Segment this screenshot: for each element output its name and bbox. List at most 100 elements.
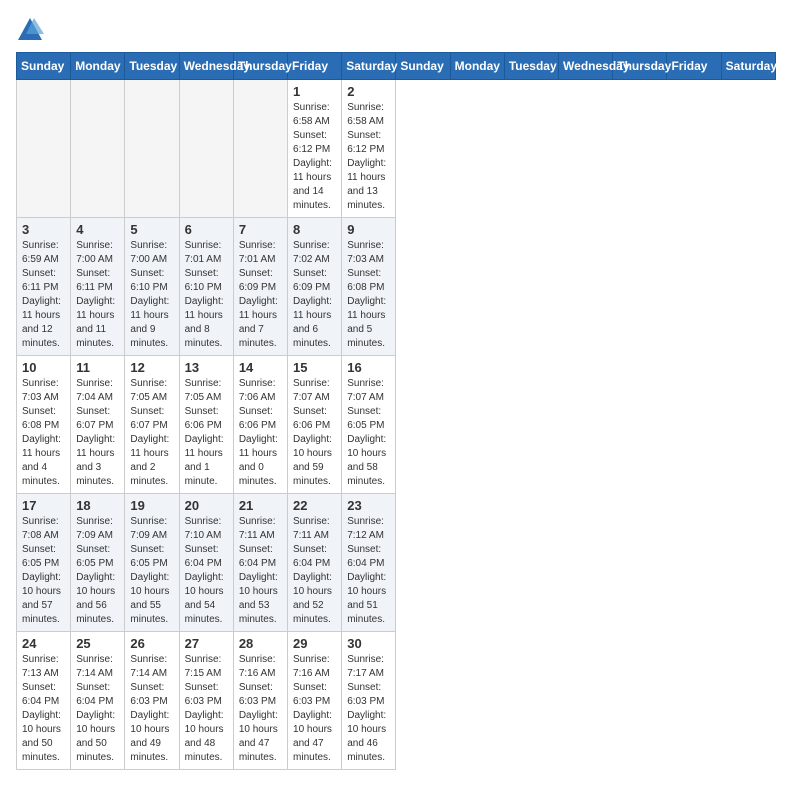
day-info: Sunrise: 7:03 AM Sunset: 6:08 PM Dayligh… (347, 239, 390, 351)
day-number: 29 (293, 636, 336, 651)
day-number: 26 (130, 636, 173, 651)
calendar-header-row: SundayMondayTuesdayWednesdayThursdayFrid… (17, 53, 776, 80)
day-number: 25 (76, 636, 119, 651)
day-of-week-header: Tuesday (125, 53, 179, 80)
day-of-week-header: Saturday (721, 53, 775, 80)
calendar-day-cell: 29 Sunrise: 7:16 AM Sunset: 6:03 PM Dayli… (288, 632, 342, 770)
day-number: 1 (293, 84, 336, 99)
day-number: 13 (185, 360, 228, 375)
day-number: 22 (293, 498, 336, 513)
day-number: 30 (347, 636, 390, 651)
day-of-week-header: Thursday (233, 53, 287, 80)
day-info: Sunrise: 6:58 AM Sunset: 6:12 PM Dayligh… (347, 101, 390, 213)
calendar-day-cell: 17 Sunrise: 7:08 AM Sunset: 6:05 PM Dayli… (17, 494, 71, 632)
day-info: Sunrise: 7:02 AM Sunset: 6:09 PM Dayligh… (293, 239, 336, 351)
day-info: Sunrise: 7:16 AM Sunset: 6:03 PM Dayligh… (293, 653, 336, 765)
day-info: Sunrise: 7:16 AM Sunset: 6:03 PM Dayligh… (239, 653, 282, 765)
day-number: 7 (239, 222, 282, 237)
day-of-week-header: Monday (450, 53, 504, 80)
day-number: 21 (239, 498, 282, 513)
day-number: 15 (293, 360, 336, 375)
calendar-week-row: 1 Sunrise: 6:58 AM Sunset: 6:12 PM Daylig… (17, 80, 776, 218)
calendar-day-cell: 4 Sunrise: 7:00 AM Sunset: 6:11 PM Daylig… (71, 218, 125, 356)
day-number: 4 (76, 222, 119, 237)
calendar-day-cell: 12 Sunrise: 7:05 AM Sunset: 6:07 PM Dayli… (125, 356, 179, 494)
calendar-day-cell: 25Sunrise: 7:14 AM Sunset: 6:04 PM Dayli… (71, 632, 125, 770)
day-info: Sunrise: 7:08 AM Sunset: 6:05 PM Dayligh… (22, 515, 65, 627)
day-info: Sunrise: 7:13 AM Sunset: 6:04 PM Dayligh… (22, 653, 65, 765)
calendar-day-cell (17, 80, 71, 218)
day-number: 2 (347, 84, 390, 99)
calendar-day-cell (179, 80, 233, 218)
day-of-week-header: Monday (71, 53, 125, 80)
day-number: 16 (347, 360, 390, 375)
logo-icon (16, 16, 44, 44)
calendar-day-cell: 14 Sunrise: 7:06 AM Sunset: 6:06 PM Dayli… (233, 356, 287, 494)
day-info: Sunrise: 7:00 AM Sunset: 6:10 PM Dayligh… (130, 239, 173, 351)
day-info: Sunrise: 7:06 AM Sunset: 6:06 PM Dayligh… (239, 377, 282, 489)
day-number: 17 (22, 498, 65, 513)
day-of-week-header: Wednesday (179, 53, 233, 80)
calendar-day-cell: 5 Sunrise: 7:00 AM Sunset: 6:10 PM Daylig… (125, 218, 179, 356)
calendar-day-cell: 10Sunrise: 7:03 AM Sunset: 6:08 PM Dayli… (17, 356, 71, 494)
day-info: Sunrise: 7:04 AM Sunset: 6:07 PM Dayligh… (76, 377, 119, 489)
calendar-day-cell: 6 Sunrise: 7:01 AM Sunset: 6:10 PM Daylig… (179, 218, 233, 356)
day-of-week-header: Wednesday (559, 53, 613, 80)
day-number: 9 (347, 222, 390, 237)
calendar-day-cell: 16 Sunrise: 7:07 AM Sunset: 6:05 PM Dayli… (342, 356, 396, 494)
day-info: Sunrise: 7:11 AM Sunset: 6:04 PM Dayligh… (239, 515, 282, 627)
day-info: Sunrise: 7:05 AM Sunset: 6:07 PM Dayligh… (130, 377, 173, 489)
day-number: 18 (76, 498, 119, 513)
calendar-day-cell: 23 Sunrise: 7:12 AM Sunset: 6:04 PM Dayli… (342, 494, 396, 632)
day-number: 23 (347, 498, 390, 513)
day-number: 24 (22, 636, 65, 651)
day-number: 14 (239, 360, 282, 375)
calendar-day-cell: 11 Sunrise: 7:04 AM Sunset: 6:07 PM Dayli… (71, 356, 125, 494)
day-info: Sunrise: 7:03 AM Sunset: 6:08 PM Dayligh… (22, 377, 65, 489)
day-info: Sunrise: 7:01 AM Sunset: 6:09 PM Dayligh… (239, 239, 282, 351)
calendar-day-cell: 2 Sunrise: 6:58 AM Sunset: 6:12 PM Daylig… (342, 80, 396, 218)
day-info: Sunrise: 7:05 AM Sunset: 6:06 PM Dayligh… (185, 377, 228, 489)
calendar-day-cell (125, 80, 179, 218)
calendar-day-cell: 26 Sunrise: 7:14 AM Sunset: 6:03 PM Dayli… (125, 632, 179, 770)
day-info: Sunrise: 7:17 AM Sunset: 6:03 PM Dayligh… (347, 653, 390, 765)
logo (16, 16, 48, 44)
day-info: Sunrise: 7:14 AM Sunset: 6:03 PM Dayligh… (130, 653, 173, 765)
day-number: 6 (185, 222, 228, 237)
day-number: 19 (130, 498, 173, 513)
day-info: Sunrise: 6:59 AM Sunset: 6:11 PM Dayligh… (22, 239, 65, 351)
day-number: 27 (185, 636, 228, 651)
day-of-week-header: Saturday (342, 53, 396, 80)
calendar-day-cell: 8Sunrise: 7:02 AM Sunset: 6:09 PM Daylig… (288, 218, 342, 356)
day-number: 11 (76, 360, 119, 375)
day-info: Sunrise: 7:09 AM Sunset: 6:05 PM Dayligh… (76, 515, 119, 627)
calendar-table: SundayMondayTuesdayWednesdayThursdayFrid… (16, 52, 776, 770)
day-info: Sunrise: 7:07 AM Sunset: 6:06 PM Dayligh… (293, 377, 336, 489)
calendar-day-cell: 30 Sunrise: 7:17 AM Sunset: 6:03 PM Dayli… (342, 632, 396, 770)
calendar-day-cell: 7 Sunrise: 7:01 AM Sunset: 6:09 PM Daylig… (233, 218, 287, 356)
day-info: Sunrise: 7:07 AM Sunset: 6:05 PM Dayligh… (347, 377, 390, 489)
day-number: 20 (185, 498, 228, 513)
calendar-week-row: 17 Sunrise: 7:08 AM Sunset: 6:05 PM Dayli… (17, 494, 776, 632)
calendar-day-cell: 24 Sunrise: 7:13 AM Sunset: 6:04 PM Dayli… (17, 632, 71, 770)
day-info: Sunrise: 7:09 AM Sunset: 6:05 PM Dayligh… (130, 515, 173, 627)
day-info: Sunrise: 7:00 AM Sunset: 6:11 PM Dayligh… (76, 239, 119, 351)
day-of-week-header: Tuesday (504, 53, 558, 80)
page-header (16, 16, 776, 44)
calendar-day-cell: 1Sunrise: 6:58 AM Sunset: 6:12 PM Daylig… (288, 80, 342, 218)
calendar-day-cell (233, 80, 287, 218)
day-of-week-header: Thursday (613, 53, 667, 80)
calendar-day-cell: 9 Sunrise: 7:03 AM Sunset: 6:08 PM Daylig… (342, 218, 396, 356)
day-of-week-header: Friday (667, 53, 721, 80)
calendar-day-cell: 18 Sunrise: 7:09 AM Sunset: 6:05 PM Dayli… (71, 494, 125, 632)
calendar-day-cell: 28Sunrise: 7:16 AM Sunset: 6:03 PM Dayli… (233, 632, 287, 770)
day-info: Sunrise: 7:10 AM Sunset: 6:04 PM Dayligh… (185, 515, 228, 627)
day-info: Sunrise: 7:01 AM Sunset: 6:10 PM Dayligh… (185, 239, 228, 351)
calendar-day-cell: 21 Sunrise: 7:11 AM Sunset: 6:04 PM Dayli… (233, 494, 287, 632)
day-info: Sunrise: 7:15 AM Sunset: 6:03 PM Dayligh… (185, 653, 228, 765)
day-info: Sunrise: 7:12 AM Sunset: 6:04 PM Dayligh… (347, 515, 390, 627)
day-info: Sunrise: 7:11 AM Sunset: 6:04 PM Dayligh… (293, 515, 336, 627)
calendar-day-cell: 19 Sunrise: 7:09 AM Sunset: 6:05 PM Dayli… (125, 494, 179, 632)
day-number: 12 (130, 360, 173, 375)
day-number: 5 (130, 222, 173, 237)
